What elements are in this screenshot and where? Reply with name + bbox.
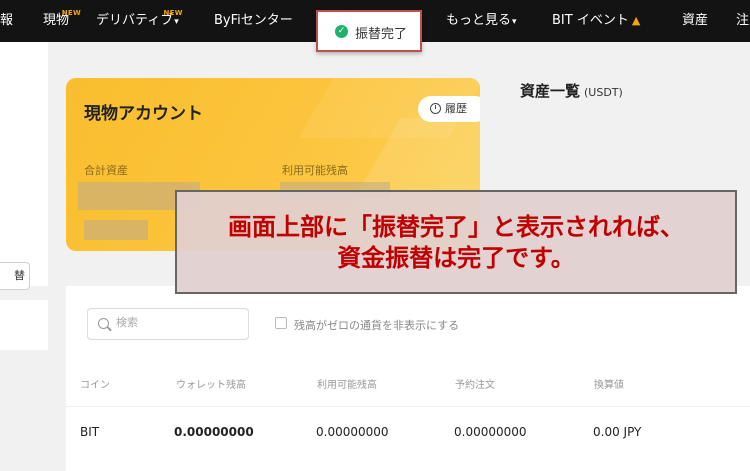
sidebar-panel-lower [0, 300, 48, 350]
annotation-line-2: 資金振替は完了です。 [337, 244, 575, 272]
nav-item-news[interactable]: 報 [0, 13, 13, 29]
table-header: コイン ウォレット残高 利用可能残高 予約注文 換算値 [66, 372, 750, 392]
hide-zero-checkbox[interactable] [275, 317, 287, 329]
transfer-complete-toast: ✓ 振替完了 [316, 10, 422, 52]
search-input[interactable] [116, 316, 241, 329]
column-header-available-balance: 利用可能残高 [317, 380, 377, 391]
nav-item-assets[interactable]: 資産 [682, 13, 708, 29]
nav-item-byfi-center[interactable]: ByFiセンター [214, 13, 293, 29]
nav-item-bit-event[interactable]: BIT イベント ▲ [552, 13, 640, 29]
search-box[interactable] [87, 308, 249, 340]
column-header-converted-value: 換算値 [594, 380, 624, 391]
nav-item-label: デリバティブ [96, 13, 174, 28]
clock-icon [430, 103, 441, 114]
new-badge: NEW [61, 9, 82, 17]
history-button[interactable]: 履歴 [418, 96, 480, 122]
nav-item-orders[interactable]: 注 [736, 13, 749, 29]
assets-unit: (USDT) [584, 86, 623, 99]
annotation-line-1: 画面上部に「振替完了」と表示されれば、 [228, 213, 684, 241]
column-header-coin: コイン [80, 380, 110, 391]
sidebar-panel: 替 [0, 42, 48, 290]
instruction-annotation: 画面上部に「振替完了」と表示されれば、 資金振替は完了です。 [175, 190, 737, 294]
check-circle-icon: ✓ [335, 25, 348, 38]
nav-item-label: BIT イベント [552, 13, 629, 28]
nav-item-spot[interactable]: 現物 NEW [43, 9, 81, 29]
nav-item-derivatives[interactable]: デリバティブ▾ NEW [96, 9, 182, 30]
table-divider [66, 406, 750, 407]
card-title: 現物アカウント [84, 104, 203, 124]
history-label: 履歴 [445, 102, 467, 115]
nav-item-label: もっと見る [446, 13, 512, 28]
column-header-reserved-orders: 予約注文 [455, 380, 495, 391]
search-icon [98, 318, 109, 329]
assets-list-title: 資産一覧 (USDT) [520, 80, 623, 101]
chevron-down-icon: ▾ [512, 17, 517, 27]
assets-title-text: 資産一覧 [520, 82, 581, 100]
cell-reserved-orders: 0.00000000 [454, 425, 527, 439]
total-assets-label: 合計資産 [84, 164, 128, 177]
cell-coin: BIT [80, 425, 100, 439]
available-balance-label: 利用可能残高 [282, 164, 348, 177]
cell-available-balance: 0.00000000 [316, 425, 389, 439]
assets-panel: 残高がゼロの通貨を非表示にする コイン ウォレット残高 利用可能残高 予約注文 … [66, 286, 750, 471]
table-row[interactable]: BIT 0.00000000 0.00000000 0.00000000 0.0… [66, 421, 750, 445]
flame-icon: ▲ [631, 14, 641, 27]
new-badge: NEW [163, 9, 183, 17]
cell-converted-value: 0.00 JPY [593, 425, 642, 439]
hide-zero-label: 残高がゼロの通貨を非表示にする [294, 319, 460, 332]
column-header-wallet-balance: ウォレット残高 [176, 380, 246, 391]
blurred-total-value-sub [84, 220, 148, 240]
transfer-button[interactable]: 替 [0, 262, 30, 290]
toast-message: 振替完了 [355, 27, 408, 42]
cell-wallet-balance: 0.00000000 [174, 425, 254, 439]
nav-item-more[interactable]: もっと見る▾ [446, 13, 517, 30]
